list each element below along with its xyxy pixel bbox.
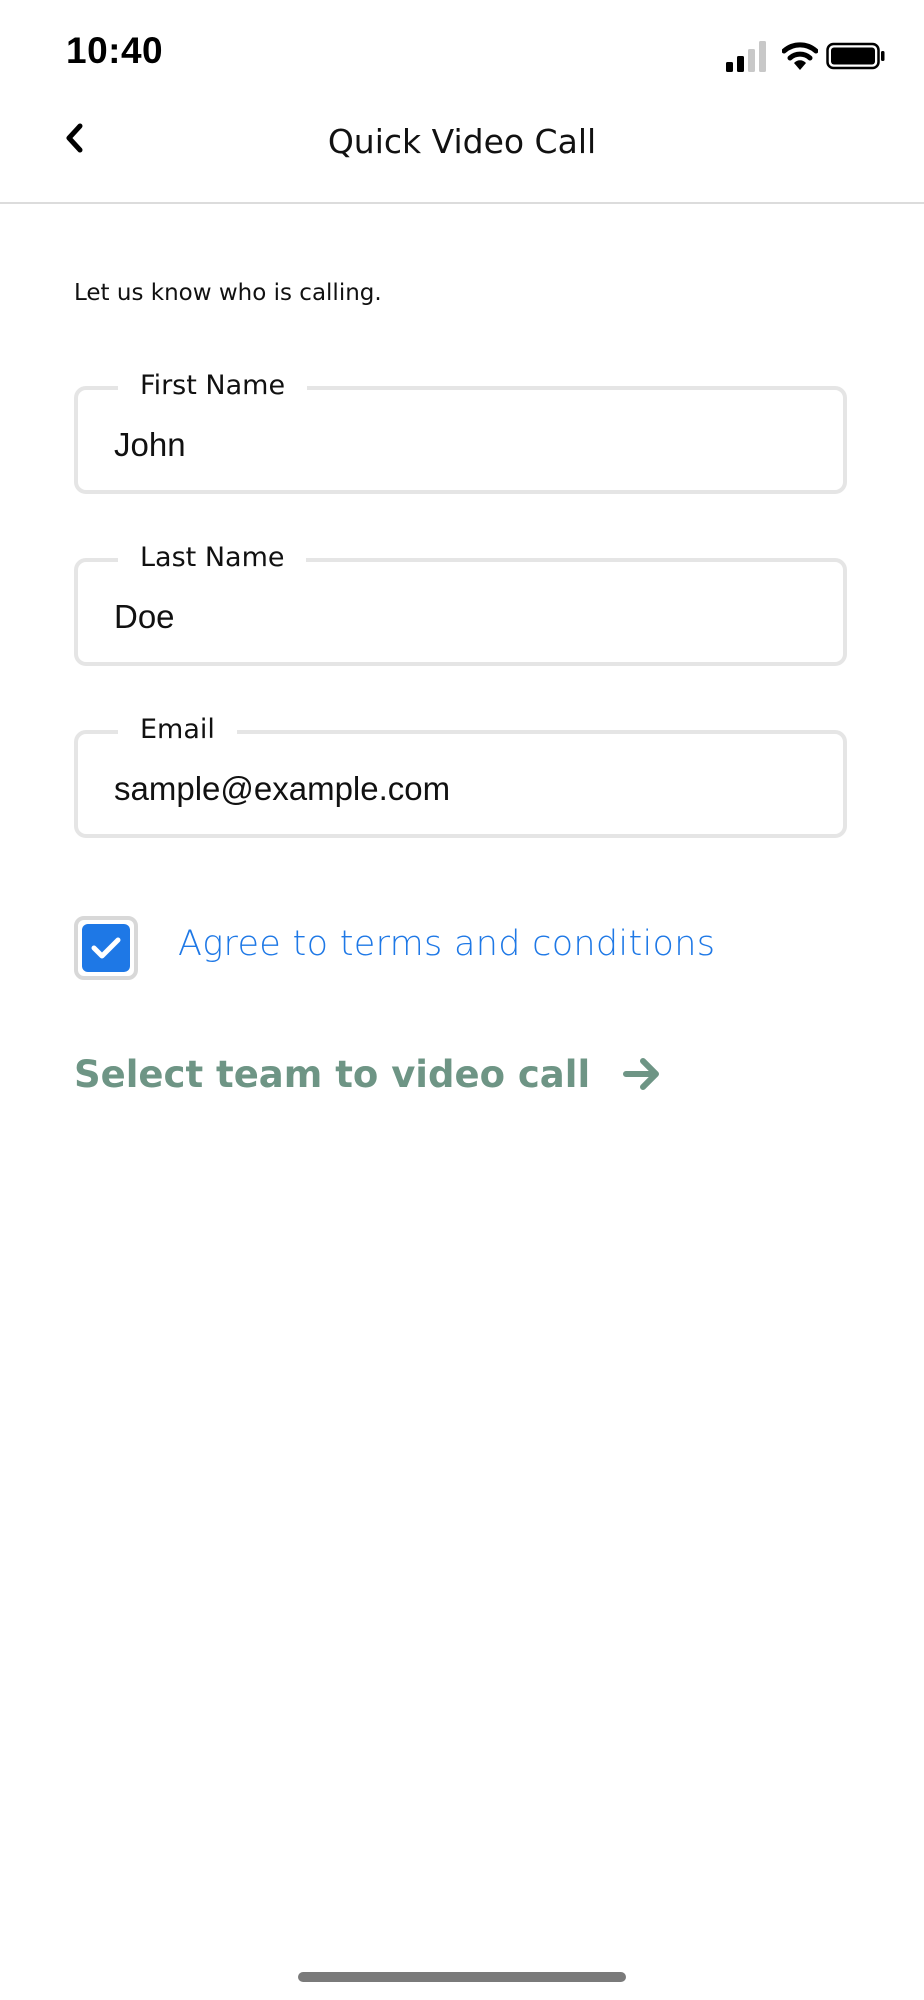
arrow-right-icon	[622, 1054, 662, 1094]
status-bar: 10:40	[0, 0, 924, 100]
cellular-signal-icon	[726, 41, 766, 72]
nav-bar: Quick Video Call	[0, 100, 924, 204]
email-field: Email	[74, 710, 847, 838]
checkmark-icon	[91, 937, 121, 959]
first-name-field: First Name	[74, 366, 847, 494]
terms-link[interactable]: Agree to terms and conditions	[178, 924, 715, 964]
status-time: 10:40	[66, 30, 164, 71]
email-label: Email	[118, 710, 237, 750]
battery-icon	[826, 42, 885, 70]
home-indicator	[298, 1972, 626, 1982]
select-team-label: Select team to video call	[74, 1052, 591, 1096]
agree-row: Agree to terms and conditions	[74, 916, 854, 980]
last-name-field: Last Name	[74, 538, 847, 666]
status-icons	[726, 38, 886, 74]
first-name-input[interactable]	[114, 426, 804, 464]
last-name-input[interactable]	[114, 598, 804, 636]
select-team-button[interactable]: Select team to video call	[74, 1048, 662, 1100]
page-title: Quick Video Call	[327, 122, 597, 161]
last-name-label: Last Name	[118, 538, 307, 578]
checkbox-checked-fill	[82, 924, 130, 972]
terms-checkbox[interactable]	[74, 916, 138, 980]
wifi-icon	[782, 42, 818, 70]
screen: 10:40 Quick Video Call Let us know who i…	[0, 0, 924, 2000]
intro-text: Let us know who is calling.	[74, 280, 382, 306]
email-input[interactable]	[114, 770, 804, 808]
first-name-label: First Name	[118, 366, 308, 406]
